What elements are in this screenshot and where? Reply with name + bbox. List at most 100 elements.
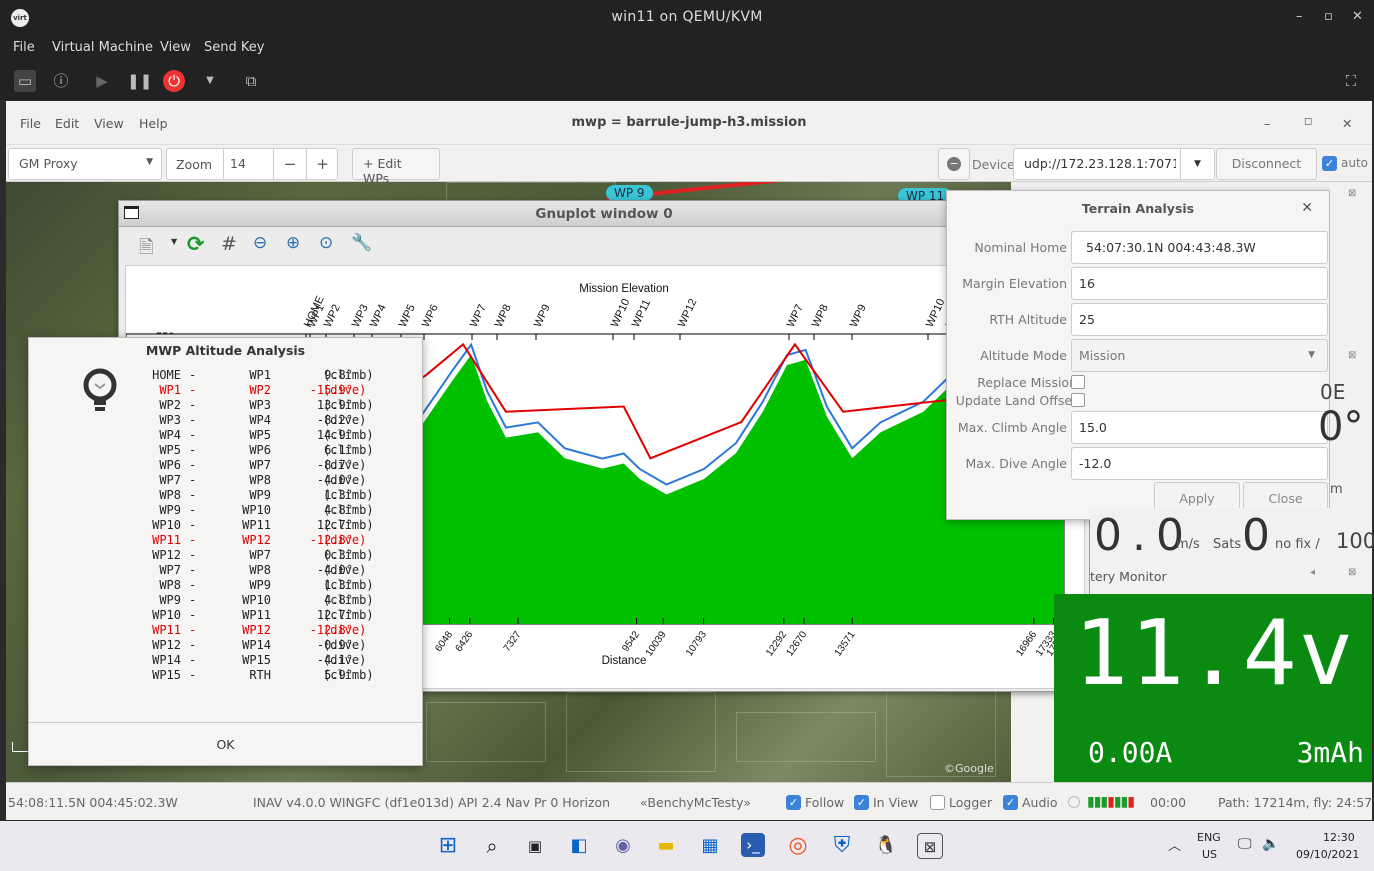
chevron-down-icon[interactable]: ▼ [199,70,221,92]
chevron-down-icon[interactable]: ▼ [171,237,177,246]
host-toolbar: ▭ ⓘ ▶ ❚❚ ⏻ ▼ ⧉ ⛶ [0,62,1374,100]
altitude-table: HOME - WP1 9.8° (climb) WP1- WP2 -15.9° (dive) WP… [149,368,389,683]
close-icon[interactable]: ✕ [1301,200,1313,216]
grid-icon[interactable]: # [221,233,237,255]
maximize-icon[interactable]: ▫ [1324,9,1333,24]
follow-checkbox[interactable]: ✓ [786,795,801,810]
network-icon[interactable]: 🖵 [1238,836,1252,852]
sats-value: 0 [1242,510,1270,561]
close-icon[interactable]: ⊠ [1348,350,1356,361]
max-dive-label: Max. Dive Angle [965,456,1067,471]
altitude-cell: (climb) [323,428,374,442]
file-explorer-icon[interactable]: ▬ [653,833,679,859]
cursor-position: 54:08:11.5N 004:45:02.3W [8,795,178,810]
altitude-cell: (climb) [323,578,374,592]
language-code[interactable]: ENG [1197,831,1221,844]
altitude-cell: - [189,398,197,412]
power-icon[interactable]: ⏻ [163,70,185,92]
zoom-in-button[interactable]: + [306,149,338,179]
gnuplot-app-icon[interactable]: ⊠ [917,833,943,859]
update-land-offset-checkbox[interactable] [1071,393,1085,407]
menu-send-key[interactable]: Send Key [204,40,264,55]
chat-icon[interactable]: ◉ [610,833,636,859]
minimize-icon[interactable]: – [1296,9,1303,24]
altitude-cell: - [189,578,197,592]
max-climb-field[interactable]: 15.0 [1071,411,1328,444]
altitude-cell: - [189,623,197,637]
margin-elevation-field[interactable]: 16 [1071,267,1328,300]
app-maximize-icon[interactable]: ◻ [1304,116,1312,127]
altitude-row: WP12- WP7 0.3° (climb) [149,548,389,563]
pause-icon[interactable]: ❚❚ [127,70,152,92]
waypoint-label: WP5 [397,303,418,330]
menu-file[interactable]: File [13,40,35,55]
max-dive-field[interactable]: -12.0 [1071,447,1328,480]
fullscreen-icon[interactable]: ⛶ [1340,70,1362,92]
device-remove-button[interactable]: − [938,148,970,180]
menu-virtual-machine[interactable]: Virtual Machine [52,40,153,55]
zoom-out-icon[interactable]: ⊖ [253,233,267,253]
auto-checkbox[interactable]: ✓ [1322,156,1337,171]
play-icon[interactable]: ▶ [91,70,113,92]
search-icon[interactable]: ⌕ [479,833,505,859]
zoom-in-icon[interactable]: ⊕ [286,233,300,253]
app-close-icon[interactable]: ✕ [1342,116,1352,131]
zoom-fit-icon[interactable]: ⊙ [319,233,333,253]
replace-mission-checkbox[interactable] [1071,375,1085,389]
info-icon[interactable]: ⓘ [50,70,72,92]
defender-shield-icon[interactable]: ⛨ [829,833,855,859]
inview-checkbox[interactable]: ✓ [854,795,869,810]
linux-tux-icon[interactable]: 🐧 [873,833,899,859]
rth-altitude-label: RTH Altitude [989,312,1067,327]
altitude-cell: - [189,638,197,652]
settings-wrench-icon[interactable]: 🔧 [351,233,372,253]
close-icon[interactable]: ⊠ [1348,188,1356,199]
powershell-icon[interactable]: ›_ [741,833,765,857]
device-input[interactable]: udp://172.23.128.1:7071 ▼ [1013,148,1215,180]
waypoint-label: WP6 [420,303,441,330]
altitude-cell: - [189,488,197,502]
audio-checkbox[interactable]: ✓ [1003,795,1018,810]
detach-icon[interactable]: ◂ [1310,567,1315,578]
store-icon[interactable]: ▦ [697,833,723,859]
widgets-icon[interactable]: ◧ [566,833,592,859]
zoom-out-button[interactable]: − [273,149,306,179]
rth-altitude-field[interactable]: 25 [1071,303,1328,336]
snapshot-icon[interactable]: ⧉ [240,70,262,92]
menu-view[interactable]: View [160,40,191,55]
clock-time[interactable]: 12:30 [1323,831,1355,844]
disconnect-button[interactable]: Disconnect [1216,148,1317,180]
heading-text: 0E [1320,380,1346,404]
windows-taskbar: ⊞ ⌕ ▣ ◧ ◉ ▬ ▦ ›_ ◎ ⛨ 🐧 ⊠ ︿ ENG US 🖵 🔈 12… [0,821,1374,871]
altitude-cell: WP8 [159,578,181,592]
zoom-input[interactable]: 14 [223,149,273,179]
monitor-icon[interactable]: ▭ [14,70,36,92]
edit-wps-button[interactable]: + Edit WPs [352,148,440,186]
altitude-row: WP4- WP5 14.9° (climb) [149,428,389,443]
close-icon[interactable]: ⊠ [1348,567,1356,578]
task-view-icon[interactable]: ▣ [522,833,548,859]
ok-button[interactable]: OK [29,722,422,766]
altitude-cell: WP8 [249,563,271,577]
logger-checkbox[interactable] [930,795,945,810]
close-icon[interactable]: ✕ [1352,9,1363,24]
x-tick-label: 13571 [833,629,858,658]
altitude-mode-select[interactable]: Mission ▼ [1071,339,1328,372]
export-icon[interactable]: 🗎 [139,235,153,265]
altitude-cell: WP3 [249,398,271,412]
altitude-cell: WP8 [159,488,181,502]
map-source-select[interactable]: GM Proxy ▼ [8,148,162,180]
ubuntu-icon[interactable]: ◎ [785,833,811,859]
app-minimize-icon[interactable]: – [1264,116,1270,131]
host-title: win11 on QEMU/KVM [611,9,763,25]
windows-start-icon[interactable]: ⊞ [435,833,461,859]
chevron-up-icon[interactable]: ︿ [1168,835,1181,854]
altitude-row: WP2- WP3 13.9° (climb) [149,398,389,413]
volume-icon[interactable]: 🔈 [1262,836,1279,852]
waypoint-label: WP2 [322,303,343,330]
chevron-down-icon[interactable]: ▼ [1180,149,1214,179]
nominal-home-field[interactable]: 54:07:30.1N 004:43:48.3W [1071,231,1328,264]
refresh-icon[interactable]: ⟳ [187,232,205,256]
waypoint-badge[interactable]: WP 9 [606,185,653,201]
altitude-cell: WP15 [152,668,181,682]
